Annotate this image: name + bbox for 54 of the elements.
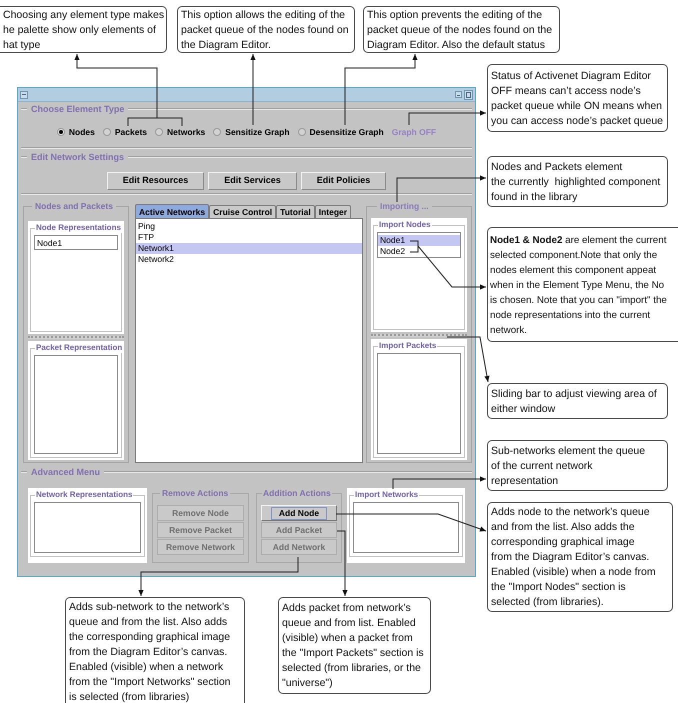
section-title: Advanced Menu (30, 466, 102, 478)
list-box[interactable]: Node1 (34, 235, 118, 250)
list-box[interactable]: Node1 Node2 (377, 232, 461, 258)
callout: Choosing any element type makes he palette show only elements of hat type (0, 6, 167, 53)
radio-option[interactable]: Nodes (56, 126, 95, 138)
callout: Sliding bar to adjust viewing area of either window (487, 383, 668, 419)
graph-status: Graph OFF (392, 126, 436, 138)
tab[interactable]: Tutorial (276, 205, 315, 218)
action-button[interactable]: Add Node (261, 505, 337, 521)
list-box[interactable] (34, 355, 118, 454)
settings-button[interactable]: Edit Resources (106, 172, 204, 190)
leader-line (250, 54, 256, 126)
callout: Adds sub-network to the network’s queue and from the list. Also adds the corresponding graphical image from the Diagram Editor’s canvas. Enabled (visible) when a network from the "Import Networks" section is selected (from libraries) (65, 597, 245, 703)
panel-title: Importing ... (379, 201, 430, 212)
panel-title: Network Representations (35, 490, 134, 500)
list-box[interactable] (377, 353, 461, 454)
tab[interactable]: Integer (314, 205, 352, 218)
list-item[interactable]: Node1 (378, 235, 460, 246)
settings-button[interactable]: Edit Policies (300, 172, 386, 190)
callout: Adds packet from network’s queue and from list. Enabled (visible) when a packet from the "Import Packets" section is selected (from libraries, or the "universe") (278, 597, 431, 694)
callout: This option allows the editing of the packet queue of the nodes found on the Diagram Editor. (177, 6, 355, 53)
callout: Status of Activenet Diagram Editor OFF means can’t access node’s packet queue while ON means when you can access node’s packet queue (487, 64, 668, 132)
tab[interactable]: Cruise Control (209, 205, 276, 218)
callout: Adds node to the network’s queue and from the list. Also adds the corresponding graphical image from the Diagram Editor’s canvas. Enabled (visible) when a node from the "Import Nodes" section is selected (from libraries). (487, 502, 673, 612)
leader-line (446, 336, 490, 382)
splitter-handle[interactable] (371, 334, 467, 337)
window-menu-icon[interactable] (20, 90, 28, 98)
maximize-icon[interactable] (464, 90, 473, 100)
list-box[interactable]: Ping FTP Network1 Network2 (135, 218, 363, 463)
callout: Nodes and Packets element the currently highlighted component found in the library (487, 156, 668, 207)
panel-title: Import Packets (378, 341, 438, 351)
panel-title: Import Networks (354, 490, 420, 500)
callout: This option prevents the editing of the packet queue of the nodes found on the Diagram Editor. Also the default status (363, 6, 560, 53)
group-title: Remove Actions (161, 488, 230, 499)
radio-option[interactable]: Desensitize Graph (298, 126, 384, 138)
callout: Sub-networks element the queue of the current network representation (487, 440, 668, 491)
callout: Node1 & Node2 are element the current selected component.Note that only the nodes element this component appeat when in the Element Type Menu, the No is chosen. Note that you can "import" the node representations into the current network. (487, 227, 678, 342)
splitter-handle[interactable] (28, 336, 124, 339)
panel-title: Packet Representation (35, 343, 124, 353)
section-title: Choose Element Type (30, 103, 126, 115)
panel-title: Nodes and Packets (34, 201, 114, 212)
list-box[interactable] (353, 502, 459, 553)
panel-title: Node Representations (35, 223, 122, 233)
radio-option[interactable]: Sensitize Graph (213, 126, 290, 138)
list-item[interactable]: Network1 (136, 243, 362, 254)
group-title: Addition Actions (262, 488, 332, 499)
radio-option[interactable]: Networks (155, 126, 206, 138)
list-box[interactable] (34, 502, 141, 553)
tab[interactable]: Active Networks (135, 204, 210, 218)
settings-button[interactable]: Edit Services (208, 172, 297, 190)
section-title: Edit Network Settings (30, 151, 126, 163)
panel-title: Import Nodes (378, 220, 432, 230)
minimize-icon[interactable] (455, 91, 462, 98)
radio-option[interactable]: Packets (102, 126, 148, 138)
